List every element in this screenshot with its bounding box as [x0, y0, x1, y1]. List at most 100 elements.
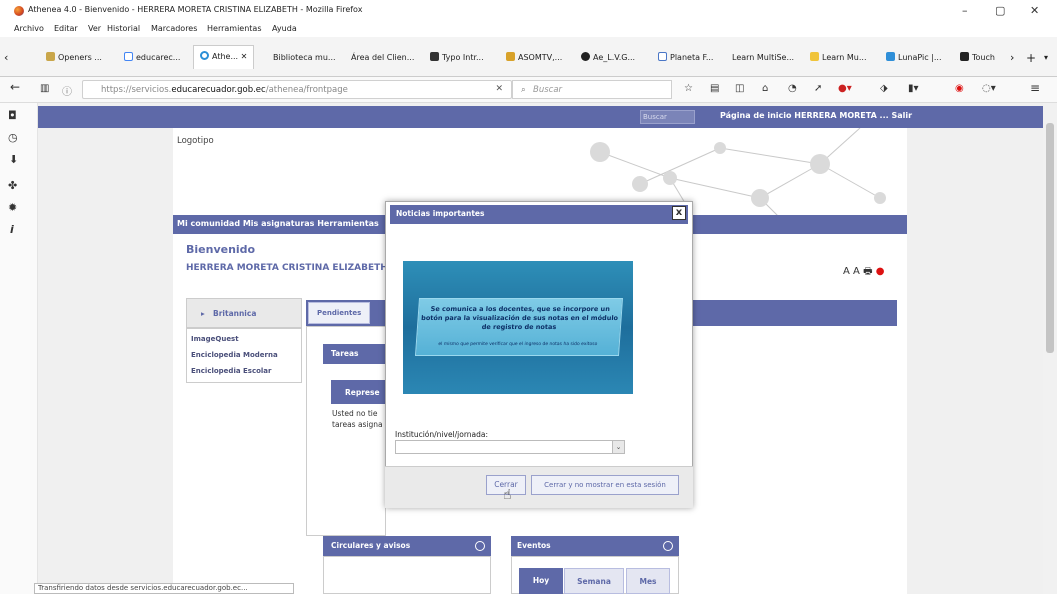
menu-ayuda[interactable]: Ayuda	[272, 24, 297, 33]
menu-ver[interactable]: Ver	[88, 24, 101, 33]
download-icon[interactable]: ⬇	[9, 153, 18, 166]
tab-label: Biblioteca mu...	[273, 53, 336, 62]
history-icon[interactable]: ◷	[8, 131, 18, 144]
close-and-hide-button[interactable]: Cerrar y no mostrar en esta sesión	[531, 475, 679, 495]
library-item-imagequest[interactable]: ImageQuest	[191, 335, 239, 343]
tab-educarec[interactable]: educarec...	[124, 49, 180, 67]
library-icon[interactable]: ▥	[40, 83, 49, 94]
tab-label: Planeta F...	[670, 53, 714, 62]
tab-touch[interactable]: Touch	[960, 49, 995, 67]
menu-editar[interactable]: Editar	[54, 24, 78, 33]
back-button[interactable]: ←	[10, 80, 20, 94]
url-domain: educarecuador.gob.ec	[171, 85, 266, 95]
institution-select[interactable]: ⌄	[395, 440, 625, 454]
modal-header: Noticias importantes	[390, 205, 688, 224]
tab-pendientes-label: Pendientes	[317, 309, 362, 317]
url-text: https://servicios.educarecuador.gob.ec/a…	[101, 85, 348, 95]
tab-athenea-active[interactable]: Athe... ✕	[193, 45, 255, 69]
help-icon[interactable]: ●	[876, 266, 885, 277]
window-title: Athenea 4.0 - Bienvenido - HERRERA MORET…	[28, 5, 363, 14]
pocket-icon[interactable]: ◫	[735, 83, 744, 94]
tab-biblioteca[interactable]: Biblioteca mu...	[273, 49, 336, 67]
print-icon[interactable]: 🖶	[863, 266, 872, 277]
browser-sidebar: ◘ ◷ ⬇ ✤ ✹ i	[0, 103, 38, 594]
extension-2-icon[interactable]: ◌▾	[982, 83, 996, 94]
circulars-panel	[323, 556, 491, 594]
menu-historial[interactable]: Historial	[107, 24, 140, 33]
event-tab-semana[interactable]: Semana	[564, 568, 624, 594]
tab-label: Área del Clien...	[351, 53, 415, 62]
tab-planeta[interactable]: Planeta F...	[658, 49, 713, 67]
tab-label: LunaPic |...	[898, 53, 942, 62]
menu-bar: Archivo Editar Ver Historial Marcadores …	[0, 22, 1057, 37]
site-search-input[interactable]: Buscar	[640, 110, 695, 124]
puzzle-icon[interactable]: ✤	[8, 179, 17, 192]
screen-icon[interactable]: ◘	[8, 109, 17, 122]
url-bar[interactable]: https://servicios.educarecuador.gob.ec/a…	[82, 80, 512, 99]
modal-close-button[interactable]: x	[672, 206, 686, 220]
events-title: Eventos	[517, 541, 551, 550]
event-tab-mes[interactable]: Mes	[626, 568, 670, 594]
event-tab-hoy[interactable]: Hoy	[519, 568, 563, 594]
library-header[interactable]: ▸ Britannica	[186, 298, 302, 328]
site-info-icon[interactable]: ⓘ	[62, 83, 72, 98]
tab-area-cliente[interactable]: Área del Clien...	[351, 49, 414, 67]
tab-typo[interactable]: Typo Intr...	[430, 49, 484, 67]
tab-lunapic[interactable]: LunaPic |...	[886, 49, 942, 67]
hamburger-menu-icon[interactable]: ≡	[1030, 81, 1040, 95]
tab-list-icon[interactable]: ▾	[1044, 49, 1048, 67]
page-scrollbar[interactable]	[1043, 103, 1057, 594]
maximize-icon[interactable]: ▢	[995, 4, 1005, 17]
bookmark-star-icon[interactable]: ☆	[684, 83, 693, 94]
site-top-links[interactable]: Página de inicio HERRERA MORETA ... Sali…	[720, 111, 912, 120]
tab-learn-mu[interactable]: Learn Mu...	[810, 49, 867, 67]
tab-scroll-right-icon[interactable]: ›	[1010, 49, 1014, 67]
adblock-icon[interactable]: ●▾	[838, 83, 852, 94]
tab-scroll-left-icon[interactable]: ‹	[4, 49, 8, 67]
new-tab-button[interactable]: +	[1026, 49, 1036, 67]
tab-asomtv[interactable]: ASOMTV,...	[506, 49, 562, 67]
sidebar-toggle-icon[interactable]: ▮▾	[908, 83, 919, 94]
close-window-button[interactable]: ✕	[1030, 4, 1039, 17]
site-top-bar: Buscar Página de inicio HERRERA MORETA .…	[38, 106, 1043, 128]
tab-pendientes[interactable]: Pendientes	[308, 302, 370, 324]
home-icon[interactable]: ⌂	[762, 83, 768, 94]
pinterest-icon[interactable]: ◉	[955, 83, 964, 94]
tab-label: Ae_L.V.G...	[593, 53, 636, 62]
sync-icon[interactable]: ◔	[788, 83, 797, 94]
menu-archivo[interactable]: Archivo	[14, 24, 44, 33]
collapse-icon[interactable]	[663, 541, 673, 551]
welcome-heading: Bienvenido	[186, 243, 256, 256]
chevron-down-icon[interactable]: ⌄	[612, 441, 624, 453]
firefox-icon	[14, 6, 24, 16]
browser-search-field[interactable]: ⌕ Buscar	[512, 80, 672, 99]
tab-ae-lvg[interactable]: Ae_L.V.G...	[581, 49, 635, 67]
reader-icon[interactable]: ▤	[710, 83, 719, 94]
tab-label: Learn Mu...	[822, 53, 867, 62]
tab-label: educarec...	[136, 53, 181, 62]
collapse-icon[interactable]	[475, 541, 485, 551]
font-size-buttons[interactable]: A A	[843, 266, 860, 277]
url-prefix: https://servicios.	[101, 85, 172, 95]
events-header: Eventos	[511, 536, 679, 556]
circulars-header: Circulares y avisos	[323, 536, 491, 556]
library-item-moderna[interactable]: Enciclopedia Moderna	[191, 351, 278, 359]
info-icon[interactable]: i	[10, 223, 14, 236]
tasks-title: Tareas	[331, 349, 359, 358]
minimize-button[interactable]: –	[962, 4, 968, 17]
menu-marcadores[interactable]: Marcadores	[151, 24, 197, 33]
gear-icon[interactable]: ✹	[8, 201, 17, 214]
scrollbar-thumb[interactable]	[1046, 123, 1054, 353]
menu-herramientas[interactable]: Herramientas	[207, 24, 262, 33]
library-item-escolar[interactable]: Enciclopedia Escolar	[191, 367, 271, 375]
tab-label: Touch	[972, 53, 995, 62]
tab-learn-multise[interactable]: Learn MultiSe...	[732, 49, 794, 67]
tasks-header: Tareas	[323, 344, 386, 364]
tab-openers[interactable]: Openers ...	[46, 49, 102, 67]
send-icon[interactable]: ➚	[814, 83, 822, 94]
modal-title: Noticias importantes	[396, 209, 485, 218]
extension-icon[interactable]: ⬗	[880, 83, 888, 94]
site-nav-links[interactable]: Mi comunidad Mis asignaturas Herramienta…	[177, 219, 379, 228]
banner-card: Se comunica a los docentes, que se incor…	[414, 298, 624, 356]
clear-url-icon[interactable]: ✕	[495, 84, 503, 94]
